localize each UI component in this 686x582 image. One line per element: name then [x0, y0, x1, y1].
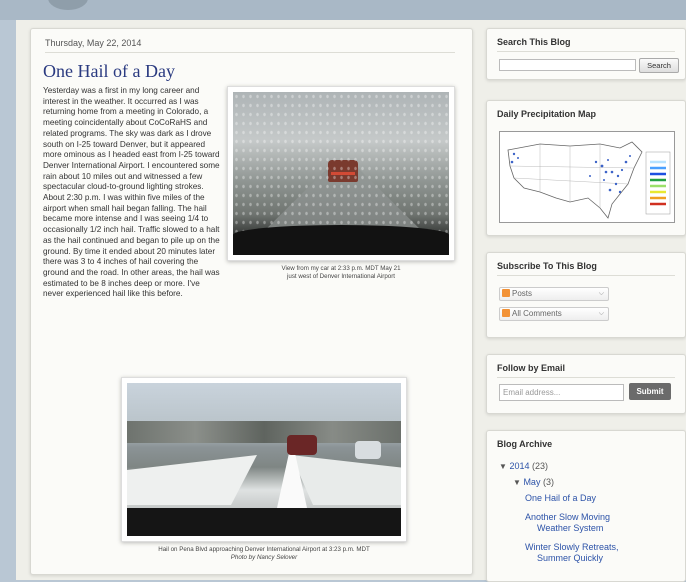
archive-post-link[interactable]: Another Slow Moving [525, 512, 610, 523]
search-widget: Search This Blog Search [486, 28, 686, 80]
photo-frame[interactable] [121, 377, 407, 542]
tree-line [127, 421, 401, 443]
widget-title: Daily Precipitation Map [497, 109, 597, 119]
subscribe-label: Posts [512, 289, 533, 298]
caption-credit: Photo by Nancy Selover [230, 553, 298, 561]
chevron-down-icon: ⌵ [598, 310, 604, 317]
post-date: Thursday, May 22, 2014 [45, 38, 455, 53]
post-figure-2: Hail on Pena Blvd approaching Denver Int… [121, 377, 407, 561]
archive-year-link[interactable]: 2014 [509, 461, 529, 471]
subscribe-widget: Subscribe To This Blog Posts ⌵ All Comme… [486, 252, 686, 338]
search-input[interactable] [499, 59, 636, 71]
blog-archive-widget: Blog Archive ▼ 2014 (23) ▼ May (3) One H… [486, 430, 686, 582]
archive-post-link[interactable]: One Hail of a Day [525, 493, 596, 504]
widget-title: Subscribe To This Blog [497, 261, 597, 271]
expand-arrow-icon[interactable]: ▼ [499, 462, 507, 471]
dashboard-shape [127, 508, 401, 536]
divider [497, 377, 675, 378]
us-map-icon [507, 141, 671, 219]
dashboard-shape [233, 225, 449, 255]
archive-post-link[interactable]: Summer Quickly [537, 553, 603, 564]
archive-month-link[interactable]: May [523, 477, 540, 487]
precip-map-widget: Daily Precipitation Map [486, 100, 686, 236]
post-title[interactable]: One Hail of a Day [43, 61, 175, 82]
rss-feed-icon [502, 308, 510, 317]
hail-pile-left [127, 455, 257, 505]
widget-title: Blog Archive [497, 439, 553, 449]
expand-arrow-icon[interactable]: ▼ [513, 478, 521, 487]
photo-frame[interactable] [227, 86, 455, 261]
caption-line: Hail on Pena Blvd approaching Denver Int… [158, 546, 370, 553]
rss-feed-icon [502, 288, 510, 297]
post-figure-1: View from my car at 2:33 p.m. MDT May 21… [227, 86, 455, 280]
archive-post-link[interactable]: Weather System [537, 523, 603, 534]
hail-windshield-photo[interactable] [233, 92, 449, 255]
blog-post: Thursday, May 22, 2014 One Hail of a Day… [30, 28, 473, 575]
hail-pile-right [291, 455, 401, 505]
blog-content-area: Thursday, May 22, 2014 One Hail of a Day… [16, 20, 686, 582]
car-shape [355, 441, 381, 459]
car-shape [287, 435, 317, 455]
widget-title: Follow by Email [497, 363, 566, 373]
follow-email-widget: Follow by Email Email address... Submit [486, 354, 686, 414]
search-button[interactable]: Search [639, 58, 679, 73]
submit-button[interactable]: Submit [629, 383, 671, 400]
post-body: View from my car at 2:33 p.m. MDT May 21… [43, 86, 455, 300]
archive-count: (3) [542, 477, 554, 487]
page-header-band [0, 0, 686, 20]
archive-count: (23) [531, 461, 548, 471]
post-text: Yesterday was a first in my long career … [43, 86, 220, 299]
subscribe-posts-dropdown[interactable]: Posts ⌵ [499, 287, 609, 301]
figure-2-caption: Hail on Pena Blvd approaching Denver Int… [121, 546, 407, 561]
divider [497, 275, 675, 276]
archive-year[interactable]: ▼ 2014 (23) [499, 461, 548, 472]
precipitation-map[interactable] [499, 131, 675, 223]
archive-post-link[interactable]: Winter Slowly Retreats, [525, 542, 619, 553]
caption-line: View from my car at 2:33 p.m. MDT May 21 [281, 265, 401, 272]
chevron-down-icon: ⌵ [598, 290, 604, 297]
subscribe-comments-dropdown[interactable]: All Comments ⌵ [499, 307, 609, 321]
divider [497, 51, 675, 52]
figure-1-caption: View from my car at 2:33 p.m. MDT May 21… [227, 265, 455, 280]
archive-month[interactable]: ▼ May (3) [513, 477, 554, 488]
caption-line: just west of Denver International Airpor… [287, 272, 395, 280]
widget-title: Search This Blog [497, 37, 571, 47]
hail-road-photo[interactable] [127, 383, 401, 536]
email-field[interactable]: Email address... [499, 384, 624, 401]
subscribe-label: All Comments [512, 309, 562, 318]
